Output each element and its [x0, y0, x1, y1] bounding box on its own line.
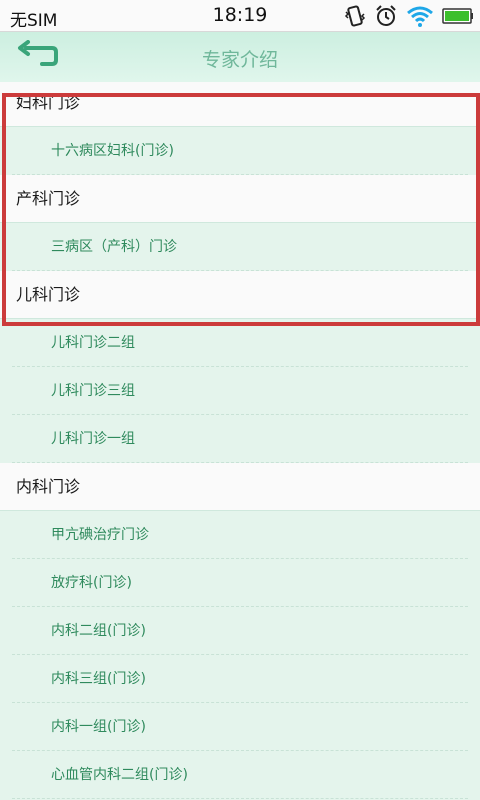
list-item[interactable]: 儿科门诊二组 — [0, 319, 480, 367]
section-header: 内科门诊 — [0, 463, 480, 511]
list-item[interactable]: 内科一组(门诊) — [0, 703, 480, 751]
department-list-content: 妇科门诊十六病区妇科(门诊) 产科门诊三病区（产科）门诊儿科门诊儿科门诊二组 儿科门… — [0, 82, 480, 799]
list-item[interactable]: 儿科门诊三组 — [0, 367, 480, 415]
screen: 无SIM 18:19 专家介绍 妇科门诊 十六病区妇科(门诊) 产科门诊 三病区… — [0, 0, 480, 800]
list-item-label: 儿科门诊二组 — [51, 335, 135, 351]
section-header: 妇科门诊 — [0, 82, 480, 127]
list-item[interactable]: 心血管内科二组(门诊) — [0, 751, 480, 799]
wifi-icon — [407, 6, 433, 27]
page-title: 专家介绍 — [201, 49, 278, 71]
section-header: 儿科门诊 — [0, 271, 480, 319]
list-item-label: 甲亢碘治疗门诊 — [51, 527, 149, 543]
list-item-label: 儿科门诊一组 — [51, 431, 135, 447]
list-item-label: 内科三组(门诊) — [51, 671, 146, 687]
list-item-label: 内科二组(门诊) — [51, 623, 146, 639]
vibrate-icon — [344, 5, 366, 27]
section-header-label: 妇科门诊 — [16, 93, 81, 112]
list-item[interactable]: 内科二组(门诊) — [0, 607, 480, 655]
list-item-label: 内科一组(门诊) — [51, 719, 146, 735]
status-bar: 无SIM 18:19 — [0, 0, 480, 32]
list-item-label: 十六病区妇科(门诊) — [51, 143, 174, 159]
section-header-label: 产科门诊 — [16, 189, 81, 208]
list-item[interactable]: 放疗科(门诊) — [0, 559, 480, 607]
list-item-label: 心血管内科二组(门诊) — [51, 767, 188, 783]
section-header-label: 内科门诊 — [16, 477, 81, 496]
list-item-label: 三病区（产科）门诊 — [51, 239, 177, 255]
list-item[interactable]: 十六病区妇科(门诊) — [0, 127, 480, 175]
section-header-label: 儿科门诊 — [16, 285, 81, 304]
section-header: 产科门诊 — [0, 175, 480, 223]
status-icons — [344, 3, 474, 29]
department-list[interactable]: 妇科门诊十六病区妇科(门诊) 产科门诊三病区（产科）门诊儿科门诊儿科门诊二组 儿科门… — [0, 82, 480, 800]
list-item[interactable]: 三病区（产科）门诊 — [0, 223, 480, 271]
list-item[interactable]: 内科三组(门诊) — [0, 655, 480, 703]
title-bar: 专家介绍 — [0, 32, 480, 82]
battery-icon — [442, 8, 473, 24]
list-item[interactable]: 儿科门诊一组 — [0, 415, 480, 463]
alarm-icon — [376, 5, 396, 26]
list-item-label: 放疗科(门诊) — [51, 575, 132, 591]
list-item[interactable]: 甲亢碘治疗门诊 — [0, 511, 480, 559]
list-item-label: 儿科门诊三组 — [51, 383, 135, 399]
